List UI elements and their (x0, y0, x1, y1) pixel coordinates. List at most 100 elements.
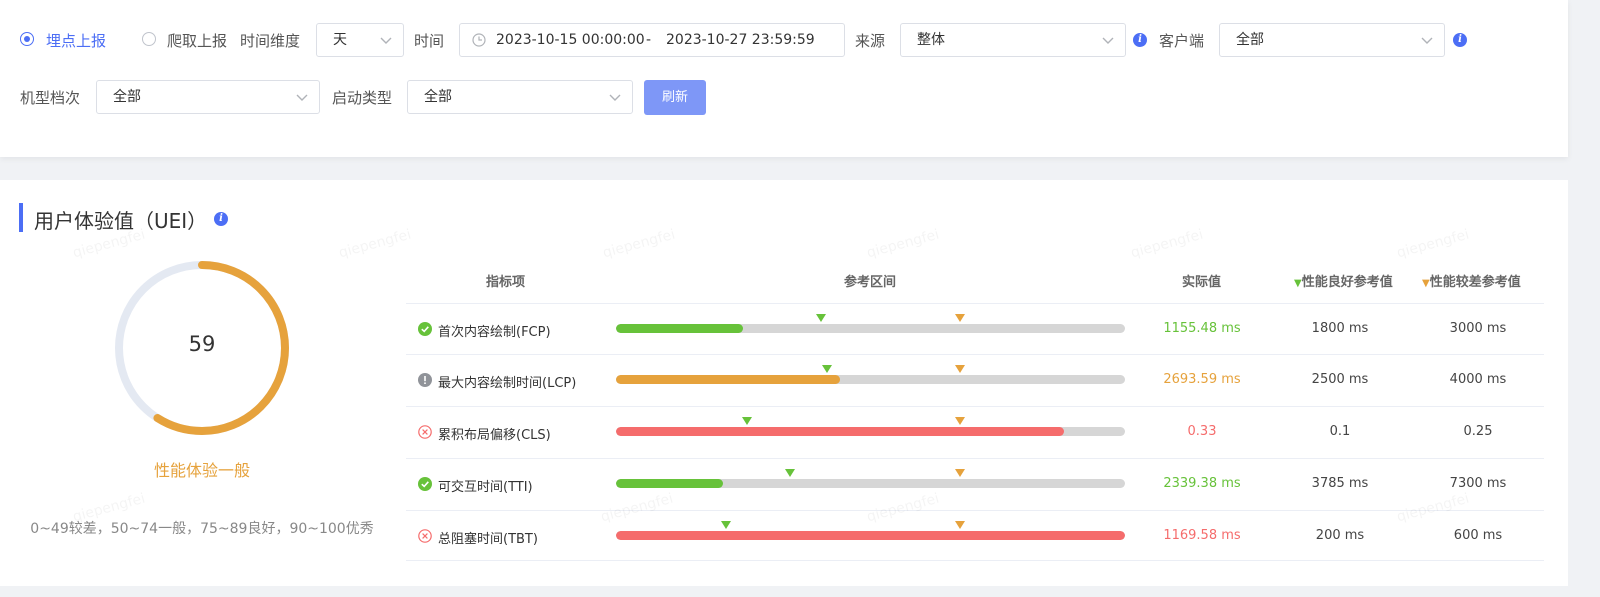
metric-name: 首次内容绘制(FCP) (438, 325, 551, 340)
source-select[interactable]: 整体 (900, 23, 1126, 57)
clock-icon (472, 33, 486, 47)
actual-value: 0.33 (1187, 424, 1217, 439)
table-bottom-border (406, 560, 1544, 561)
warning-circle-icon (418, 373, 432, 387)
table-row[interactable]: 可交互时间(TTI) 2339.38 ms 3785 ms 7300 ms (406, 458, 1544, 511)
actual-value: 1155.48 ms (1163, 321, 1241, 336)
time-end[interactable]: 2023-10-27 23:59:59 (666, 24, 815, 56)
chevron-down-icon (609, 94, 621, 101)
client-select[interactable]: 全部 (1219, 23, 1445, 57)
launch-type-select-value: 全部 (424, 89, 452, 105)
chevron-down-icon (1102, 37, 1114, 44)
col-header-good-ref: ▼性能良好参考值 (1294, 275, 1393, 290)
watermark-text: qiepengfei (601, 227, 677, 262)
poor-threshold-marker (955, 314, 966, 322)
table-row[interactable]: 最大内容绘制时间(LCP) 2693.59 ms 2500 ms 4000 ms (406, 354, 1544, 407)
good-threshold-marker (741, 417, 752, 425)
good-ref-value: 200 ms (1315, 528, 1365, 543)
time-start[interactable]: 2023-10-15 00:00:00 (496, 24, 645, 56)
table-row[interactable]: 首次内容绘制(FCP) 1155.48 ms 1800 ms 3000 ms (406, 303, 1544, 356)
poor-threshold-marker (955, 469, 966, 477)
chevron-down-icon (1421, 37, 1433, 44)
watermark-text: qiepengfei (1395, 227, 1471, 262)
device-tier-select[interactable]: 全部 (96, 80, 320, 114)
poor-threshold-marker (955, 365, 966, 373)
good-ref-value: 2500 ms (1311, 372, 1369, 387)
poor-ref-value: 0.25 (1463, 424, 1493, 439)
range-fill (616, 531, 1125, 540)
poor-triangle-icon: ▼ (1422, 278, 1430, 289)
client-label: 客户端 (1159, 32, 1205, 50)
client-select-value: 全部 (1236, 32, 1264, 48)
time-separator: - (646, 32, 652, 48)
dimension-label: 时间维度 (240, 32, 301, 50)
good-ref-value: 1800 ms (1311, 321, 1369, 336)
time-range-picker[interactable]: 2023-10-15 00:00:00 - 2023-10-27 23:59:5… (459, 23, 845, 57)
radio-crawl-report[interactable] (142, 32, 156, 46)
good-ref-value: 3785 ms (1311, 476, 1369, 491)
poor-threshold-marker (955, 521, 966, 529)
launch-type-label: 启动类型 (332, 89, 393, 107)
poor-ref-value: 3000 ms (1449, 321, 1507, 336)
radio-buried-report[interactable] (20, 32, 34, 46)
range-fill (616, 479, 723, 488)
device-tier-select-value: 全部 (113, 89, 141, 105)
actual-value: 1169.58 ms (1163, 528, 1241, 543)
poor-threshold-marker (955, 417, 966, 425)
metric-name: 可交互时间(TTI) (438, 480, 533, 495)
col-header-metric: 指标项 (486, 275, 526, 290)
col-header-poor-ref: ▼性能较差参考值 (1422, 275, 1521, 290)
poor-ref-value: 7300 ms (1449, 476, 1507, 491)
check-circle-icon (418, 477, 432, 491)
radio-crawl-report-label[interactable]: 爬取上报 (167, 30, 227, 51)
time-label: 时间 (414, 32, 445, 50)
source-select-value: 整体 (917, 32, 945, 48)
good-triangle-icon: ▼ (1294, 278, 1302, 289)
uei-card: 用户体验值（UEI） i 59 性能体验一般 0~49较差，50~74一般，75… (0, 180, 1568, 586)
check-circle-icon (418, 322, 432, 336)
col-header-actual: 实际值 (1182, 275, 1222, 290)
poor-ref-value: 600 ms (1453, 528, 1503, 543)
uei-info-icon[interactable]: i (214, 212, 228, 226)
launch-type-select[interactable]: 全部 (407, 80, 633, 114)
good-ref-value: 0.1 (1329, 424, 1351, 439)
dimension-select-value: 天 (333, 32, 347, 48)
error-circle-icon (418, 425, 432, 439)
col-header-range: 参考区间 (844, 275, 897, 290)
table-row[interactable]: 累积布局偏移(CLS) 0.33 0.1 0.25 (406, 406, 1544, 459)
chevron-down-icon (380, 37, 392, 44)
uei-score: 59 (188, 332, 216, 356)
source-label: 来源 (855, 32, 886, 50)
range-track (616, 427, 1125, 436)
watermark-text: qiepengfei (337, 227, 413, 262)
uei-title: 用户体验值（UEI） (34, 209, 208, 233)
range-track (616, 324, 1125, 333)
metric-name: 累积布局偏移(CLS) (438, 428, 551, 443)
metric-name: 最大内容绘制时间(LCP) (438, 376, 577, 391)
actual-value: 2339.38 ms (1163, 476, 1241, 491)
watermark-text: qiepengfei (1129, 227, 1205, 262)
range-track (616, 375, 1125, 384)
radio-buried-report-label[interactable]: 埋点上报 (46, 30, 106, 51)
error-circle-icon (418, 529, 432, 543)
good-threshold-marker (816, 314, 827, 322)
refresh-button[interactable]: 刷新 (644, 80, 706, 115)
filter-panel: 埋点上报 爬取上报 时间维度 天 时间 2023-10-15 00:00:00 … (0, 0, 1568, 157)
range-track (616, 531, 1125, 540)
client-info-icon[interactable]: i (1453, 33, 1467, 47)
range-fill (616, 324, 744, 333)
range-track (616, 479, 1125, 488)
metric-name: 总阻塞时间(TBT) (438, 532, 538, 547)
uei-score-legend: 0~49较差，50~74一般，75~89良好，90~100优秀 (30, 521, 374, 537)
source-info-icon[interactable]: i (1133, 33, 1147, 47)
chevron-down-icon (296, 94, 308, 101)
table-row[interactable]: 总阻塞时间(TBT) 1169.58 ms 200 ms 600 ms (406, 510, 1544, 563)
actual-value: 2693.59 ms (1163, 372, 1241, 387)
watermark-text: qiepengfei (865, 227, 941, 262)
range-fill (616, 427, 1064, 436)
good-threshold-marker (785, 469, 796, 477)
uei-verdict: 性能体验一般 (153, 461, 250, 480)
dimension-select[interactable]: 天 (316, 23, 404, 57)
good-threshold-marker (822, 365, 833, 373)
poor-ref-value: 4000 ms (1449, 372, 1507, 387)
